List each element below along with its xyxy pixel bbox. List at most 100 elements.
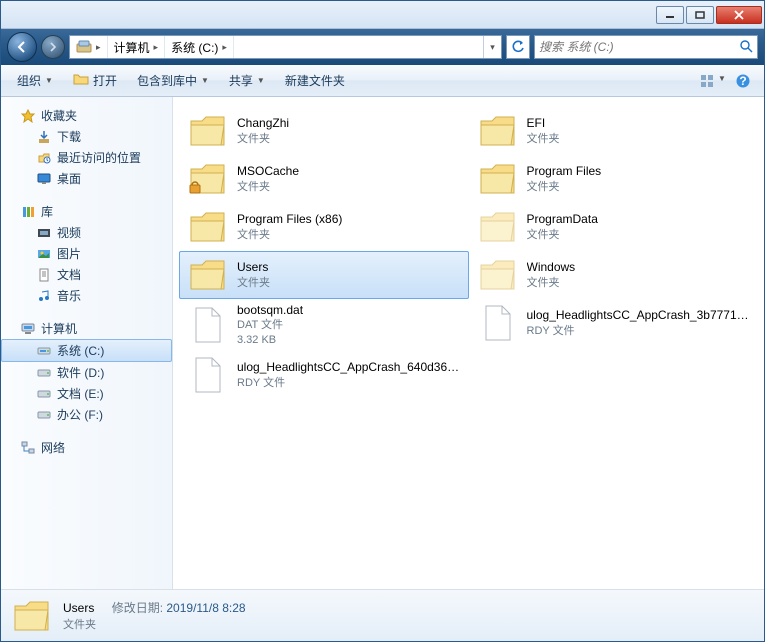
file-item[interactable]: Program Files文件夹 — [469, 155, 759, 203]
file-name: EFI — [527, 115, 560, 131]
folder-icon — [11, 595, 53, 637]
explorer-window: ▸ 计算机▸ 系统 (C:)▸ ▾ 组织▼ — [0, 0, 765, 642]
nav-label: 图片 — [57, 245, 81, 262]
search-box[interactable] — [534, 35, 758, 59]
body: 收藏夹 下载 最近访问的位置 桌面 库 — [1, 97, 764, 589]
file-item[interactable]: bootsqm.datDAT 文件3.32 KB — [179, 299, 469, 351]
address-row: ▸ 计算机▸ 系统 (C:)▸ ▾ — [1, 29, 764, 65]
nav-label: 音乐 — [57, 287, 81, 304]
file-item[interactable]: EFI文件夹 — [469, 107, 759, 155]
file-item[interactable]: ProgramData文件夹 — [469, 203, 759, 251]
newfolder-button[interactable]: 新建文件夹 — [277, 69, 353, 93]
nav-computer[interactable]: 计算机 — [1, 318, 172, 339]
nav-drive-c[interactable]: 系统 (C:) — [1, 339, 172, 362]
breadcrumb-label: 计算机 — [114, 39, 150, 56]
star-icon — [19, 108, 37, 124]
details-name: Users — [63, 601, 94, 615]
forward-button[interactable] — [41, 35, 65, 59]
toolbar-label: 组织 — [17, 72, 41, 89]
file-item[interactable]: Program Files (x86)文件夹 — [179, 203, 469, 251]
nav-label: 库 — [41, 203, 53, 220]
file-item[interactable]: MSOCache文件夹 — [179, 155, 469, 203]
folder-icon — [187, 158, 229, 200]
minimize-button[interactable] — [656, 6, 684, 24]
nav-label: 桌面 — [57, 170, 81, 187]
file-icon — [187, 354, 229, 396]
nav-desktop[interactable]: 桌面 — [1, 168, 172, 189]
network-icon — [19, 440, 37, 456]
breadcrumb-seg-computer[interactable]: 计算机▸ — [108, 36, 166, 58]
details-sub: 文件夹 — [63, 616, 246, 632]
nav-videos[interactable]: 视频 — [1, 222, 172, 243]
file-name: bootsqm.dat — [237, 302, 303, 318]
download-icon — [35, 129, 53, 145]
nav-libraries[interactable]: 库 — [1, 201, 172, 222]
file-name: ulog_HeadlightsCC_AppCrash_640d3670-197a… — [237, 359, 461, 375]
include-button[interactable]: 包含到库中▼ — [129, 69, 217, 93]
file-item[interactable]: Windows文件夹 — [469, 251, 759, 299]
breadcrumb-root-icon[interactable]: ▸ — [70, 36, 108, 58]
details-meta-label: 修改日期: — [112, 601, 163, 615]
file-name: Program Files (x86) — [237, 211, 342, 227]
nav-favorites[interactable]: 收藏夹 — [1, 105, 172, 126]
file-name: ChangZhi — [237, 115, 289, 131]
nav-label: 软件 (D:) — [57, 364, 104, 381]
folder-icon — [477, 254, 519, 296]
back-button[interactable] — [7, 32, 37, 62]
svg-text:?: ? — [739, 74, 746, 88]
folder-icon — [187, 206, 229, 248]
nav-label: 计算机 — [41, 320, 77, 337]
video-icon — [35, 225, 53, 241]
nav-pane: 收藏夹 下载 最近访问的位置 桌面 库 — [1, 97, 173, 589]
breadcrumb-dropdown[interactable]: ▾ — [483, 36, 501, 58]
file-item[interactable]: Users文件夹 — [179, 251, 469, 299]
breadcrumb-label: 系统 (C:) — [171, 39, 218, 56]
search-input[interactable] — [539, 40, 739, 54]
nav-recent[interactable]: 最近访问的位置 — [1, 147, 172, 168]
details-meta-value: 2019/11/8 8:28 — [166, 601, 245, 615]
share-button[interactable]: 共享▼ — [221, 69, 273, 93]
toolbar-label: 打开 — [93, 72, 117, 89]
help-button[interactable]: ? — [730, 73, 756, 89]
nav-pictures[interactable]: 图片 — [1, 243, 172, 264]
nav-label: 系统 (C:) — [57, 342, 104, 359]
nav-music[interactable]: 音乐 — [1, 285, 172, 306]
file-sub: DAT 文件 — [237, 318, 303, 333]
file-list[interactable]: ChangZhi文件夹MSOCache文件夹Program Files (x86… — [173, 97, 764, 589]
file-name: MSOCache — [237, 163, 299, 179]
nav-label: 最近访问的位置 — [57, 149, 141, 166]
file-sub: 文件夹 — [527, 180, 602, 195]
folder-icon — [477, 158, 519, 200]
file-icon — [477, 302, 519, 344]
file-name: Program Files — [527, 163, 602, 179]
breadcrumb-seg-drive[interactable]: 系统 (C:)▸ — [165, 36, 234, 58]
file-name: ulog_HeadlightsCC_AppCrash_3b7771bd-18c3… — [527, 307, 751, 323]
drive-icon — [35, 407, 53, 423]
file-sub: 文件夹 — [527, 276, 576, 291]
nav-network[interactable]: 网络 — [1, 437, 172, 458]
close-button[interactable] — [716, 6, 762, 24]
file-name: Users — [237, 259, 270, 275]
nav-label: 文档 (E:) — [57, 385, 104, 402]
nav-drive-d[interactable]: 软件 (D:) — [1, 362, 172, 383]
file-sub: RDY 文件 — [527, 324, 751, 339]
view-button[interactable]: ▼ — [700, 74, 726, 88]
file-sub: 文件夹 — [237, 228, 342, 243]
nav-drive-f[interactable]: 办公 (F:) — [1, 404, 172, 425]
file-item[interactable]: ChangZhi文件夹 — [179, 107, 469, 155]
nav-downloads[interactable]: 下载 — [1, 126, 172, 147]
file-sub: 文件夹 — [237, 276, 270, 291]
open-button[interactable]: 打开 — [65, 69, 125, 93]
file-item[interactable]: ulog_HeadlightsCC_AppCrash_3b7771bd-18c3… — [469, 299, 759, 347]
drive-icon — [35, 365, 53, 381]
refresh-button[interactable] — [506, 35, 530, 59]
file-sub: 文件夹 — [237, 180, 299, 195]
details-pane: Users 修改日期: 2019/11/8 8:28 文件夹 — [1, 589, 764, 641]
organize-button[interactable]: 组织▼ — [9, 69, 61, 93]
file-item[interactable]: ulog_HeadlightsCC_AppCrash_640d3670-197a… — [179, 351, 469, 399]
nav-drive-e[interactable]: 文档 (E:) — [1, 383, 172, 404]
folder-open-icon — [73, 72, 89, 89]
breadcrumb[interactable]: ▸ 计算机▸ 系统 (C:)▸ ▾ — [69, 35, 502, 59]
nav-documents[interactable]: 文档 — [1, 264, 172, 285]
maximize-button[interactable] — [686, 6, 714, 24]
